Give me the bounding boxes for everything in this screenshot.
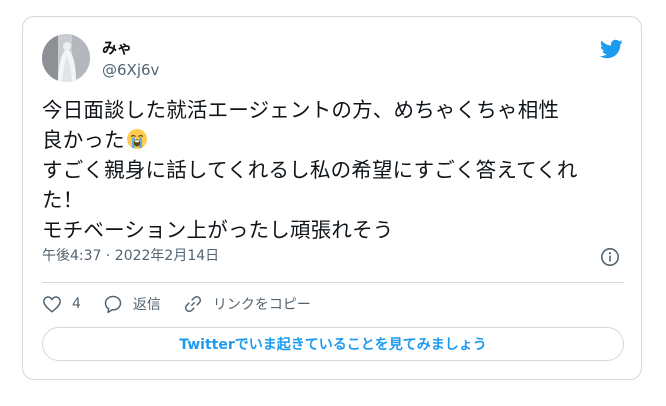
tweet-card: みゃ @6Xj6v 今日面談した就活エージェントの方、めちゃくちゃ相性 良かった…	[22, 16, 642, 380]
avatar[interactable]	[42, 34, 90, 82]
heart-icon	[43, 296, 61, 313]
tweet-timestamp[interactable]: 午後4:37 · 2022年2月14日	[42, 247, 219, 265]
like-button[interactable]: 4	[42, 295, 81, 313]
tweet-text-line: た！	[42, 188, 84, 212]
tweet-text-line: 良かった	[42, 128, 125, 152]
copy-link-button[interactable]: リンクをコピー	[183, 294, 311, 314]
tweet-actions: 4 返信 リンクをコピー	[42, 292, 333, 316]
crying-face-emoji-icon	[126, 128, 148, 150]
reply-button[interactable]: 返信	[103, 294, 161, 314]
tweet-body: 今日面談した就活エージェントの方、めちゃくちゃ相性 良かった すごく親身に話して…	[42, 95, 632, 245]
reply-bubble-icon	[104, 295, 122, 314]
reply-label: 返信	[132, 297, 161, 313]
author-display-name[interactable]: みゃ	[102, 39, 132, 58]
tweet-text-line: モチベーション上がったし頑張れそう	[42, 218, 394, 242]
divider	[42, 282, 624, 283]
twitter-bird-icon[interactable]	[597, 37, 625, 61]
info-icon[interactable]	[600, 247, 620, 267]
tweet-text-line-with-emoji: 良かった	[42, 125, 632, 155]
tweet-text-line: すごく親身に話してくれるし私の希望にすごく答えてくれ	[42, 158, 578, 182]
link-icon	[184, 295, 201, 313]
copy-link-label: リンクをコピー	[212, 297, 311, 313]
tweet-text-line: 今日面談した就活エージェントの方、めちゃくちゃ相性	[42, 98, 560, 122]
like-count: 4	[72, 296, 81, 312]
author-handle[interactable]: @6Xj6v	[102, 61, 159, 80]
explore-twitter-button[interactable]: Twitterでいま起きていることを見てみましょう	[42, 327, 624, 361]
